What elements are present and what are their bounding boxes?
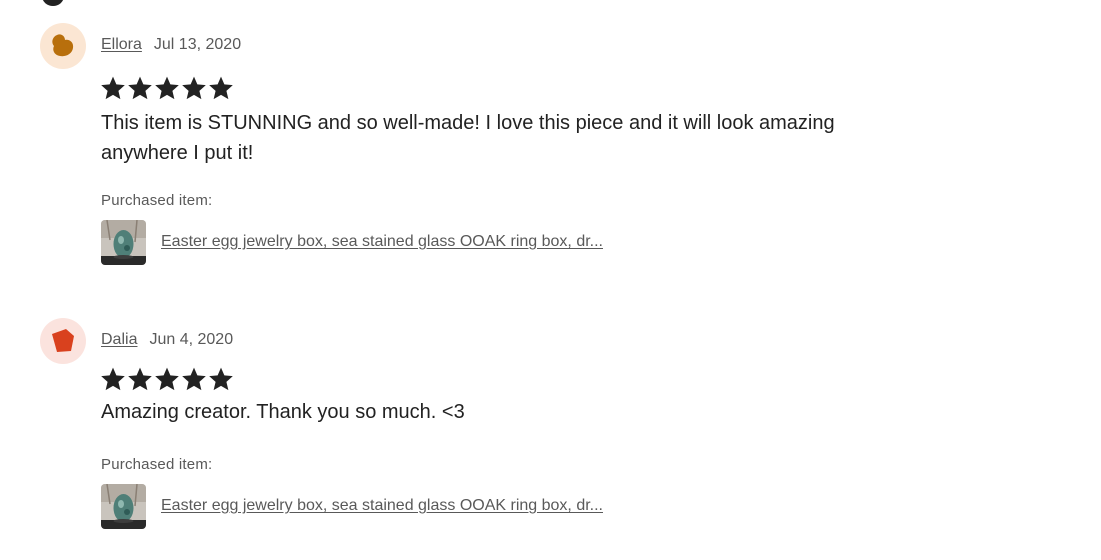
star-rating xyxy=(100,75,234,101)
purchased-item-link[interactable]: Easter egg jewelry box, sea stained glas… xyxy=(161,497,603,515)
review-meta: Dalia Jun 4, 2020 xyxy=(101,331,233,349)
star-icon xyxy=(154,75,180,101)
star-icon xyxy=(208,75,234,101)
pentagon-avatar-icon xyxy=(52,329,74,352)
star-icon xyxy=(100,75,126,101)
review-date: Jun 4, 2020 xyxy=(149,331,234,348)
reviewer-name-link[interactable]: Ellora xyxy=(101,36,142,54)
previous-review-clipped xyxy=(40,0,940,6)
item-thumbnail[interactable] xyxy=(101,220,146,265)
star-icon xyxy=(154,366,180,392)
blob-avatar-icon xyxy=(52,34,74,57)
star-icon xyxy=(208,366,234,392)
star-icon xyxy=(127,75,153,101)
item-thumbnail[interactable] xyxy=(101,484,146,529)
star-icon xyxy=(127,366,153,392)
star-icon xyxy=(100,366,126,392)
review-text: This item is STUNNING and so well-made! … xyxy=(101,112,835,164)
purchased-item-link[interactable]: Easter egg jewelry box, sea stained glas… xyxy=(161,233,603,251)
review-text: Amazing creator. Thank you so much. <3 xyxy=(101,401,465,423)
purchased-item-label: Purchased item: xyxy=(101,192,213,209)
reviewer-avatar xyxy=(40,23,86,69)
reviewer-name-link[interactable]: Dalia xyxy=(101,331,137,349)
review-date: Jul 13, 2020 xyxy=(153,36,242,53)
reviewer-avatar xyxy=(40,318,86,364)
review-meta: Ellora Jul 13, 2020 xyxy=(101,36,241,54)
star-icon xyxy=(181,366,207,392)
star-rating xyxy=(100,366,234,392)
star-icon xyxy=(181,75,207,101)
purchased-item-label: Purchased item: xyxy=(101,456,213,473)
previous-avatar xyxy=(42,0,64,6)
